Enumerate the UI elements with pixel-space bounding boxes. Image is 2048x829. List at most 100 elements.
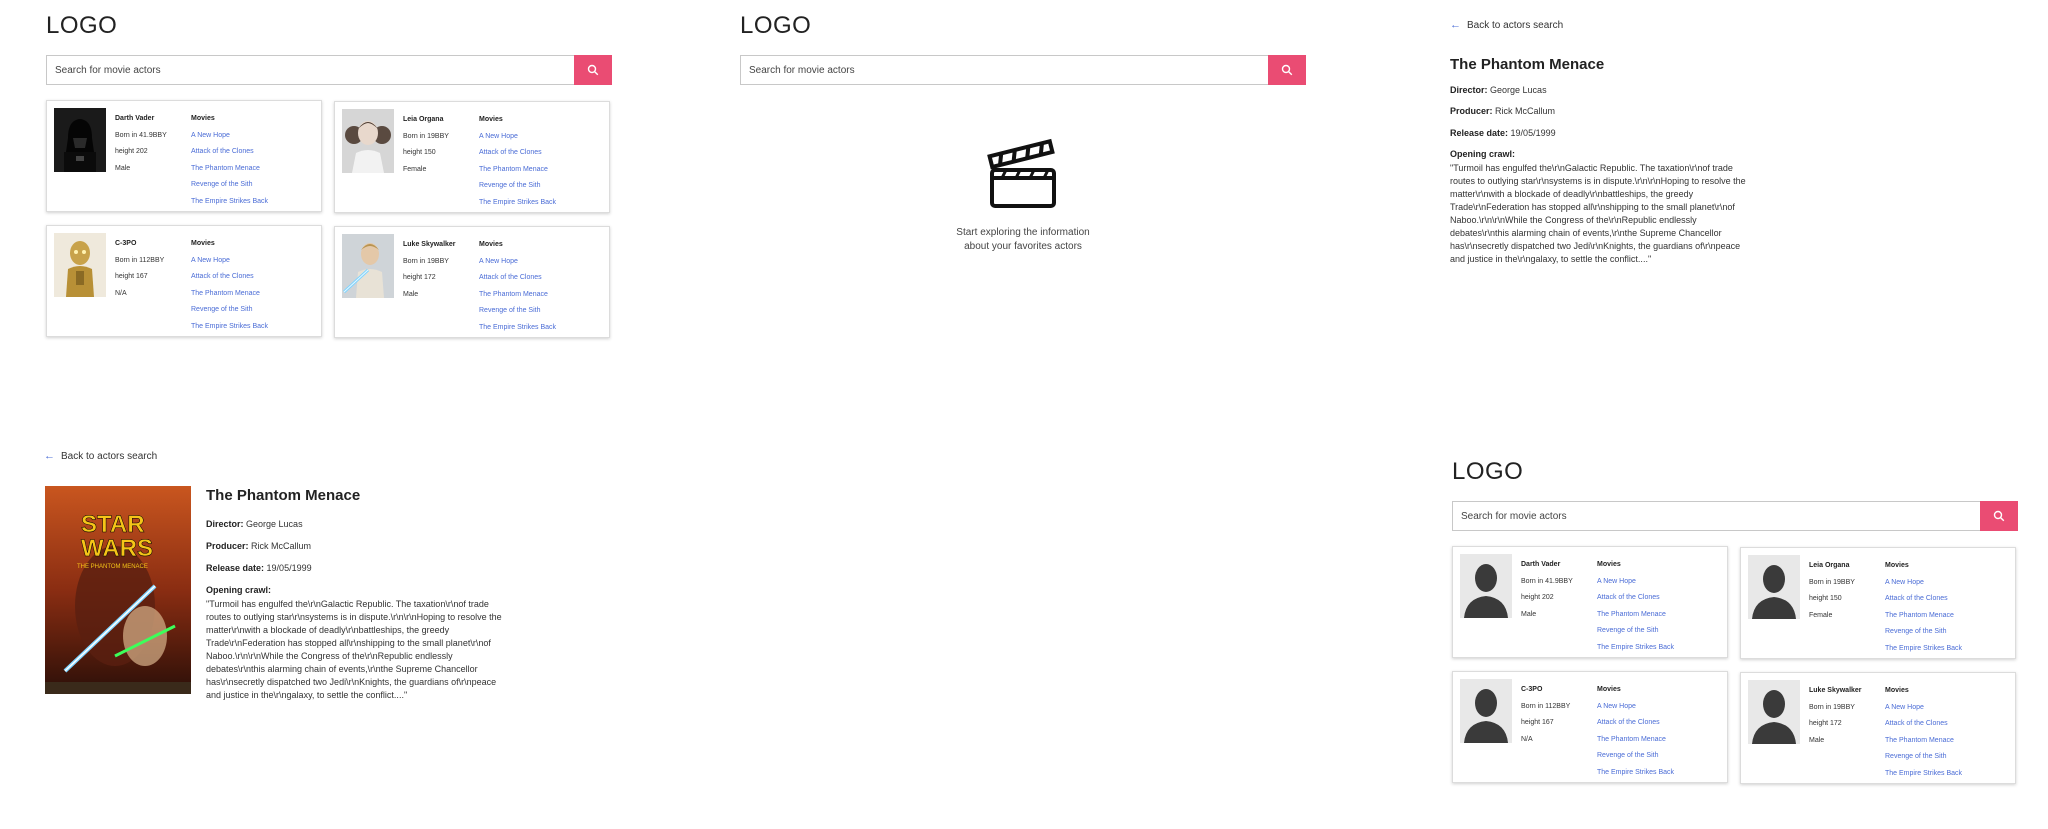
movie-link[interactable]: Attack of the Clones [1885, 591, 1962, 608]
crawl-line: and justice in the\r\ngalaxy, to settle … [1450, 254, 1652, 264]
movie-link[interactable]: Attack of the Clones [191, 269, 268, 286]
movie-link[interactable]: A New Hope [1885, 700, 1962, 717]
actor-name: Darth Vader [115, 115, 155, 122]
movie-link[interactable]: Revenge of the Sith [1597, 623, 1674, 640]
movie-link[interactable]: A New Hope [1597, 699, 1674, 716]
actor-height: height 150 [1809, 595, 1842, 602]
actor-born: Born in 112BBY [115, 256, 165, 264]
back-to-search-link[interactable]: ← Back to actors search [1450, 19, 1563, 31]
movies-heading: Movies [191, 240, 215, 247]
movie-link[interactable]: A New Hope [479, 254, 556, 271]
search-input[interactable] [46, 55, 574, 85]
actor-height: height 150 [403, 149, 436, 156]
movie-link[interactable]: The Empire Strikes Back [479, 320, 556, 337]
actor-gender: Male [1809, 736, 1825, 744]
search-input[interactable] [1452, 501, 1980, 531]
actor-name: Leia Organa [403, 116, 444, 123]
movie-link[interactable]: The Empire Strikes Back [1885, 766, 1962, 783]
actor-card[interactable]: Leia Organa Born in 19BBY height 150 Fem… [1740, 547, 2016, 659]
actor-gender: N/A [115, 289, 127, 297]
actor-card[interactable]: C-3PO Born in 112BBY height 167 N/A Movi… [46, 225, 322, 337]
avatar-placeholder-icon [1460, 679, 1512, 743]
movie-link[interactable]: The Phantom Menace [1597, 607, 1674, 624]
search-results-panel: LOGO Darth Vader Born in 41.9BBY height … [46, 0, 612, 350]
movie-link[interactable]: Attack of the Clones [479, 270, 556, 287]
actor-gender: Male [115, 164, 131, 172]
avatar-placeholder-icon [1748, 555, 1800, 619]
film-poster: STAR WARS THE PHANTOM MENACE [45, 486, 191, 694]
actor-card[interactable]: Luke Skywalker Born in 19BBY height 172 … [334, 226, 610, 338]
search-button[interactable] [1980, 501, 2018, 531]
actor-born: Born in 19BBY [403, 257, 449, 265]
movie-link[interactable]: The Empire Strikes Back [479, 195, 556, 212]
movie-link[interactable]: A New Hope [1597, 574, 1674, 591]
movie-link[interactable]: A New Hope [1885, 575, 1962, 592]
movie-link[interactable]: Revenge of the Sith [479, 303, 556, 320]
empty-state-line: Start exploring the information [956, 227, 1090, 238]
movie-link[interactable]: Revenge of the Sith [191, 302, 268, 319]
movie-link[interactable]: A New Hope [479, 129, 556, 146]
empty-search-panel: LOGO Start exploring the information abo… [740, 0, 1306, 300]
movie-link[interactable]: Attack of the Clones [1597, 590, 1674, 607]
movie-link[interactable]: Revenge of the Sith [1885, 624, 1962, 641]
back-link-label: Back to actors search [1467, 19, 1564, 31]
movie-link[interactable]: The Phantom Menace [1597, 732, 1674, 749]
crawl-line: "Turmoil has engulfed the\r\nGalactic Re… [206, 599, 489, 609]
movie-link[interactable]: The Empire Strikes Back [191, 319, 268, 336]
logo: LOGO [1452, 458, 1524, 485]
search-button[interactable] [574, 55, 612, 85]
movie-link[interactable]: Revenge of the Sith [1885, 749, 1962, 766]
search-bar [1452, 501, 2018, 531]
poster-title-line2: WARS [81, 535, 153, 562]
movie-link[interactable]: Revenge of the Sith [1597, 748, 1674, 765]
actor-card[interactable]: Leia Organa Born in 19BBY height 150 Fem… [334, 101, 610, 213]
poster-title-line1: STAR [81, 511, 145, 538]
crawl-line: matter\r\nwith a blockade of deadly\r\nb… [1450, 189, 1694, 199]
crawl-line: Trade\r\nFederation has stopped all\r\ns… [1450, 202, 1735, 212]
actor-height: height 167 [115, 273, 148, 280]
film-title: The Phantom Menace [1450, 56, 1605, 73]
movie-link[interactable]: A New Hope [191, 253, 268, 270]
movie-link[interactable]: The Phantom Menace [1885, 608, 1962, 625]
actor-born: Born in 19BBY [403, 132, 449, 140]
empty-state-line: about your favorites actors [964, 241, 1082, 252]
movie-link[interactable]: The Phantom Menace [479, 162, 556, 179]
movie-link[interactable]: The Empire Strikes Back [1597, 640, 1674, 657]
crawl-line: routes to outlying star\r\nsystems is in… [206, 612, 502, 622]
movie-link[interactable]: Attack of the Clones [191, 144, 268, 161]
actor-card[interactable]: Darth Vader Born in 41.9BBY height 202 M… [46, 100, 322, 212]
movie-link[interactable]: Revenge of the Sith [479, 178, 556, 195]
actor-gender: Female [403, 165, 427, 173]
movies-heading: Movies [479, 241, 503, 248]
actor-card[interactable]: Luke Skywalker Born in 19BBY height 172 … [1740, 672, 2016, 784]
crawl-line: has\r\nsecretly dispatched two Jedi\r\nK… [1450, 241, 1741, 251]
director-label: Director: [1450, 85, 1488, 95]
movie-link[interactable]: Attack of the Clones [1885, 716, 1962, 733]
movie-link[interactable]: Revenge of the Sith [191, 177, 268, 194]
movie-link[interactable]: The Phantom Menace [191, 161, 268, 178]
movie-link[interactable]: The Empire Strikes Back [1885, 641, 1962, 658]
empty-state-message: Start exploring the information about yo… [948, 226, 1098, 254]
opening-crawl: "Turmoil has engulfed the\r\nGalactic Re… [1450, 162, 1820, 266]
search-bar [740, 55, 1306, 85]
search-input[interactable] [740, 55, 1268, 85]
movie-link[interactable]: The Phantom Menace [191, 286, 268, 303]
movie-link[interactable]: Attack of the Clones [479, 145, 556, 162]
movie-link[interactable]: The Phantom Menace [479, 287, 556, 304]
back-to-search-link[interactable]: ← Back to actors search [44, 450, 157, 462]
avatar-placeholder-icon [1748, 680, 1800, 744]
movie-link[interactable]: A New Hope [191, 128, 268, 145]
movie-link[interactable]: The Empire Strikes Back [191, 194, 268, 211]
actor-card[interactable]: Darth Vader Born in 41.9BBY height 202 M… [1452, 546, 1728, 658]
search-button[interactable] [1268, 55, 1306, 85]
movie-link[interactable]: Attack of the Clones [1597, 715, 1674, 732]
arrow-left-icon: ← [1450, 19, 1461, 31]
producer-label: Producer: [1450, 106, 1493, 116]
movie-link[interactable]: The Empire Strikes Back [1597, 765, 1674, 782]
actor-height: height 167 [1521, 719, 1554, 726]
movie-link[interactable]: The Phantom Menace [1885, 733, 1962, 750]
logo: LOGO [46, 12, 118, 39]
actor-card[interactable]: C-3PO Born in 112BBY height 167 N/A Movi… [1452, 671, 1728, 783]
crawl-line: Trade\r\nFederation has stopped all\r\ns… [206, 638, 491, 648]
crawl-label: Opening crawl: [1450, 149, 1516, 159]
